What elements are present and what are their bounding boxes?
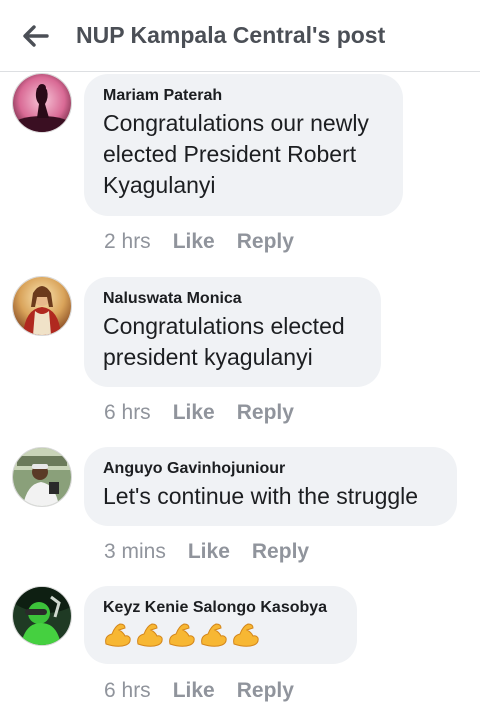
comment-text: Congratulations elected president kyagul… bbox=[103, 313, 345, 370]
avatar[interactable] bbox=[12, 586, 72, 646]
avatar[interactable] bbox=[12, 73, 72, 133]
comment-time: 6 hrs bbox=[104, 679, 151, 702]
comment-bubble: Naluswata Monica Congratulations elected… bbox=[84, 277, 381, 387]
comment-author[interactable]: Naluswata Monica bbox=[103, 289, 361, 309]
comment-author[interactable]: Anguyo Gavinhojuniour bbox=[103, 459, 437, 479]
comment-author[interactable]: Keyz Kenie Salongo Kasobya bbox=[103, 598, 337, 618]
avatar[interactable] bbox=[12, 276, 72, 336]
like-button[interactable]: Like bbox=[173, 230, 215, 254]
back-button[interactable] bbox=[18, 18, 54, 54]
comment-time: 2 hrs bbox=[104, 230, 151, 253]
comment-actions: 6 hrs Like Reply bbox=[104, 679, 294, 703]
comment-author[interactable]: Mariam Paterah bbox=[103, 86, 383, 106]
reply-button[interactable]: Reply bbox=[237, 230, 294, 254]
flexed-biceps-icon bbox=[137, 623, 163, 647]
comment-time: 3 mins bbox=[104, 540, 166, 563]
comment-actions: 2 hrs Like Reply bbox=[104, 230, 294, 254]
like-button[interactable]: Like bbox=[188, 540, 230, 564]
reply-button[interactable]: Reply bbox=[237, 401, 294, 425]
flexed-biceps-icon bbox=[169, 623, 195, 647]
like-button[interactable]: Like bbox=[173, 401, 215, 425]
flexed-biceps-icon bbox=[201, 623, 227, 647]
flexed-biceps-icon bbox=[105, 623, 131, 647]
like-button[interactable]: Like bbox=[173, 679, 215, 703]
page-title: NUP Kampala Central's post bbox=[76, 22, 386, 48]
arrow-left-icon bbox=[23, 25, 49, 47]
avatar[interactable] bbox=[12, 447, 72, 507]
comment-actions: 6 hrs Like Reply bbox=[104, 401, 294, 425]
comment-bubble: Anguyo Gavinhojuniour Let's continue wit… bbox=[84, 447, 457, 526]
flexed-biceps-icon bbox=[233, 623, 259, 647]
reply-button[interactable]: Reply bbox=[237, 679, 294, 703]
comment-actions: 3 mins Like Reply bbox=[104, 540, 309, 564]
comment-text: Congratulations our newly elected Presid… bbox=[103, 110, 369, 198]
comment-time: 6 hrs bbox=[104, 401, 151, 424]
top-bar: NUP Kampala Central's post bbox=[0, 0, 480, 72]
comment-bubble: Keyz Kenie Salongo Kasobya bbox=[84, 586, 357, 664]
comment-text: Let's continue with the struggle bbox=[103, 483, 419, 509]
emoji-reaction-row bbox=[103, 622, 337, 648]
reply-button[interactable]: Reply bbox=[252, 540, 309, 564]
comment-bubble: Mariam Paterah Congratulations our newly… bbox=[84, 74, 403, 216]
